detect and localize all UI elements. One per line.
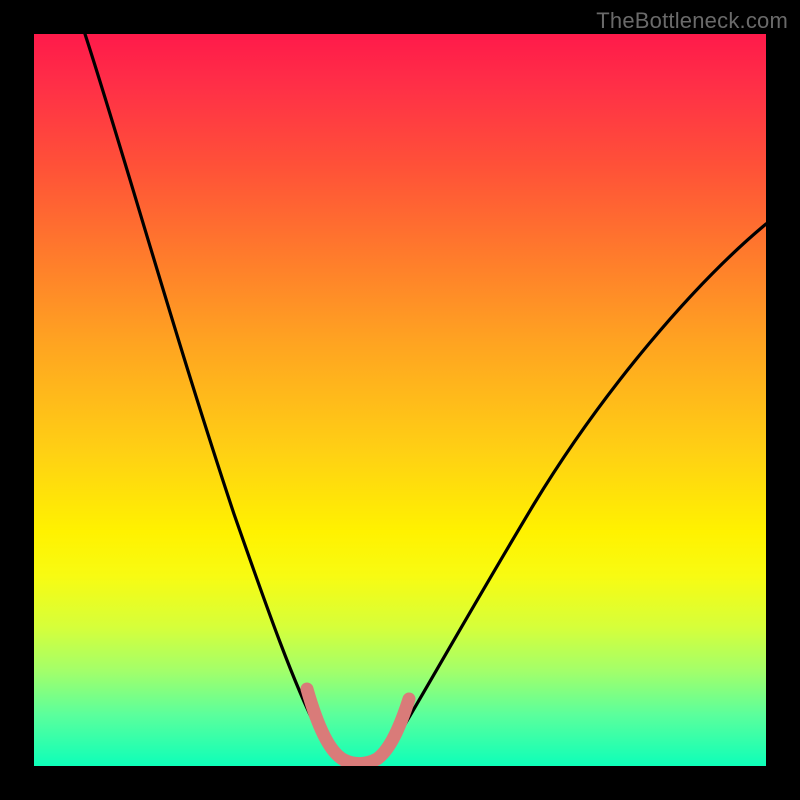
watermark-text: TheBottleneck.com: [596, 8, 788, 34]
curve-layer: [34, 34, 766, 766]
plot-area: [34, 34, 766, 766]
chart-frame: TheBottleneck.com: [0, 0, 800, 800]
bottleneck-curve: [85, 34, 766, 764]
highlight-segment: [307, 689, 409, 764]
